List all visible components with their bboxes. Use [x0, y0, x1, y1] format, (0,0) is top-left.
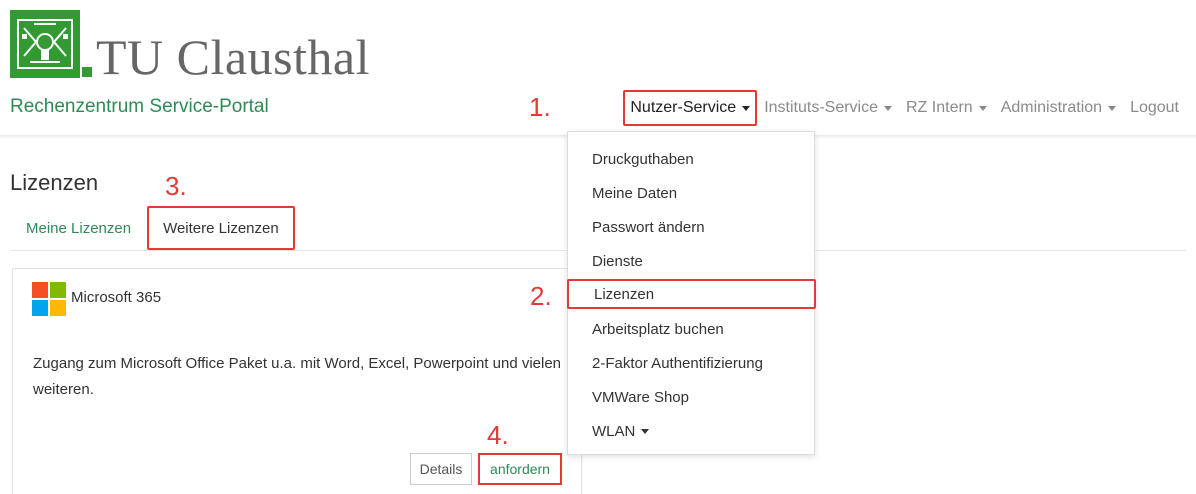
main-navigation: Nutzer-Service Instituts-Service RZ Inte… [623, 89, 1186, 127]
dropdown-item-lizenzen[interactable]: Lizenzen [567, 279, 816, 309]
dropdown-item-wlan[interactable]: WLAN [568, 416, 814, 446]
dropdown-item-druckguthaben[interactable]: Druckguthaben [568, 144, 814, 174]
dropdown-item-label: Dienste [592, 252, 643, 270]
dropdown-item-meine-daten[interactable]: Meine Daten [568, 178, 814, 208]
tab-meine-lizenzen[interactable]: Meine Lizenzen [10, 207, 147, 249]
nav-administration[interactable]: Administration [994, 89, 1123, 127]
microsoft-logo-green-square [50, 282, 66, 298]
dropdown-item-vmware-shop[interactable]: VMWare Shop [568, 382, 814, 412]
caret-down-icon [641, 428, 650, 434]
dropdown-item-label: Druckguthaben [592, 150, 694, 168]
caret-down-icon [884, 105, 892, 111]
nav-administration-label: Administration [1000, 99, 1103, 116]
tab-weitere-lizenzen[interactable]: Weitere Lizenzen [147, 206, 295, 250]
dropdown-item-label: VMWare Shop [592, 388, 689, 406]
card-title: Microsoft 365 [71, 289, 162, 306]
license-tabs: Meine Lizenzen Weitere Lizenzen [10, 206, 295, 250]
dropdown-item-label: Lizenzen [594, 285, 655, 303]
license-card-microsoft-365: Microsoft 365 Zugang zum Microsoft Offic… [12, 268, 582, 494]
nav-instituts-service[interactable]: Instituts-Service [757, 89, 899, 127]
dropdown-item-label: Arbeitsplatz buchen [592, 320, 724, 338]
nav-nutzer-service[interactable]: Nutzer-Service [623, 90, 758, 126]
dropdown-item-label: 2-Faktor Authentifizierung [592, 354, 763, 372]
nutzer-service-dropdown: Druckguthaben Meine Daten Passwort änder… [567, 131, 816, 455]
dropdown-item-label: WLAN [592, 422, 636, 440]
caret-down-icon [1108, 105, 1117, 111]
card-description: Zugang zum Microsoft Office Paket u.a. m… [33, 355, 562, 398]
dropdown-item-2-faktor[interactable]: 2-Faktor Authentifizierung [568, 348, 814, 378]
logo-text: TU Clausthal [96, 29, 371, 85]
nav-logout[interactable]: Logout [1123, 89, 1186, 127]
nav-rz-intern-label: RZ Intern [906, 99, 973, 116]
university-seal-icon [10, 10, 80, 78]
microsoft-logo-icon [32, 282, 66, 316]
nav-instituts-service-label: Instituts-Service [764, 99, 878, 116]
nav-logout-label: Logout [1130, 99, 1179, 116]
dropdown-item-arbeitsplatz-buchen[interactable]: Arbeitsplatz buchen [568, 314, 814, 344]
step-3-annotation: 3. [165, 171, 187, 201]
logo-square-mark [82, 67, 92, 77]
nav-nutzer-service-label: Nutzer-Service [630, 99, 737, 116]
page-title: Lizenzen [10, 170, 99, 195]
nav-rz-intern[interactable]: RZ Intern [899, 89, 994, 127]
microsoft-logo-blue-square [32, 300, 48, 316]
dropdown-item-label: Meine Daten [592, 184, 678, 202]
dropdown-item-label: Passwort ändern [592, 218, 705, 236]
dropdown-item-dienste[interactable]: Dienste [568, 246, 814, 276]
caret-down-icon [742, 105, 751, 111]
microsoft-logo-red-square [32, 282, 48, 298]
details-button[interactable]: Details [410, 453, 472, 485]
portal-title[interactable]: Rechenzentrum Service-Portal [10, 96, 269, 118]
step-1-annotation: 1. [529, 92, 551, 122]
caret-down-icon [978, 105, 987, 111]
microsoft-logo-yellow-square [50, 300, 66, 316]
dropdown-item-passwort-aendern[interactable]: Passwort ändern [568, 212, 814, 242]
tu-clausthal-logo[interactable]: TU Clausthal [10, 10, 370, 82]
request-button[interactable]: anfordern [478, 453, 562, 485]
